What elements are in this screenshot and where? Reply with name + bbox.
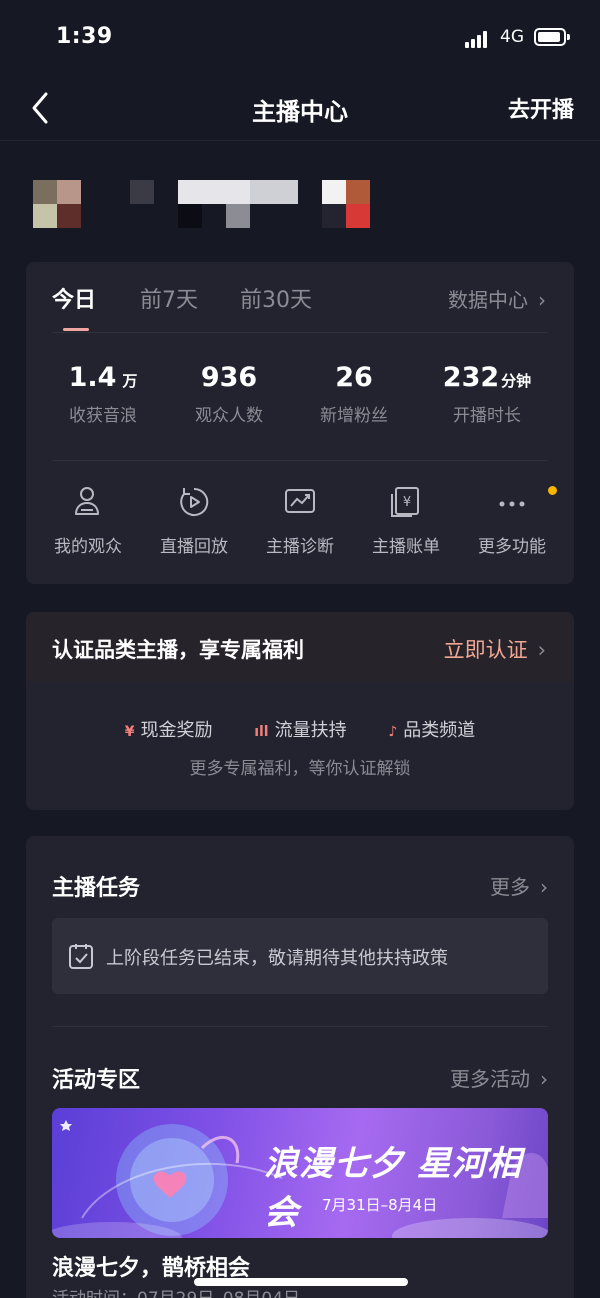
yuan-icon: ¥ xyxy=(124,724,135,740)
stat-value: 936 xyxy=(200,362,258,393)
benefit-cash: ¥ 现金奖励 xyxy=(125,716,213,742)
benefits-list: ¥ 现金奖励 ıll 流量扶持 ♪ 品类频道 xyxy=(26,716,574,742)
diagnosis-icon xyxy=(285,489,315,513)
stat-new-fans[interactable]: 26 新增粉丝 xyxy=(289,362,419,426)
bar-chart-icon: ıll xyxy=(254,724,269,740)
home-indicator xyxy=(194,1278,408,1286)
certification-title: 认证品类主播，享专属福利 xyxy=(52,638,304,662)
task-notice-text: 上阶段任务已结束，敬请期待其他扶持政策 xyxy=(106,948,448,969)
active-tab-indicator xyxy=(63,328,89,331)
tool-label: 更多功能 xyxy=(478,537,546,557)
data-center-link[interactable]: 数据中心 › xyxy=(448,284,546,313)
more-features-button[interactable]: 更多功能 xyxy=(460,484,564,557)
benefit-traffic: ıll 流量扶持 xyxy=(254,716,346,742)
live-replay-button[interactable]: 直播回放 xyxy=(142,484,246,557)
benefit-label: 流量扶持 xyxy=(274,720,347,741)
tasks-card: 主播任务 更多 › 上阶段任务已结束，敬请期待其他扶持政策 活动专区 更多活动 › … xyxy=(26,836,574,1298)
stat-label: 开播时长 xyxy=(453,406,521,426)
tab-30-days[interactable]: 前30天 xyxy=(240,282,312,314)
more-icon xyxy=(499,501,525,507)
anchor-bill-button[interactable]: ¥ 主播账单 xyxy=(354,484,458,557)
bill-icon: ¥ xyxy=(391,487,419,517)
tab-today[interactable]: 今日 xyxy=(52,282,96,314)
date-tabs: 今日 前7天 前30天 数据中心 › xyxy=(26,262,574,332)
network-type: 4G xyxy=(500,27,524,47)
chevron-right-icon: › xyxy=(540,875,548,899)
profile-name xyxy=(130,180,380,228)
go-live-button[interactable]: 去开播 xyxy=(508,92,574,124)
certification-card: 认证品类主播，享专属福利 立即认证 › ¥ 现金奖励 ıll 流量扶持 ♪ 品类频道 更… xyxy=(26,612,574,810)
tool-label: 主播账单 xyxy=(372,537,440,557)
section-divider xyxy=(52,1026,548,1027)
stat-value: 232 xyxy=(442,362,500,393)
benefit-label: 品类频道 xyxy=(403,720,476,741)
stat-value: 1.4 xyxy=(68,362,117,393)
event-time: 活动时间：07月29日–08月04日 xyxy=(52,1284,300,1298)
music-note-icon: ♪ xyxy=(388,724,398,740)
calendar-check-icon xyxy=(69,944,93,969)
tasks-more-link[interactable]: 更多 › xyxy=(490,871,548,900)
nav-divider xyxy=(0,140,600,141)
chevron-right-icon: › xyxy=(540,1067,548,1091)
audience-icon xyxy=(75,487,99,515)
tasks-title: 主播任务 xyxy=(52,876,141,901)
tool-label: 直播回放 xyxy=(160,537,228,557)
certify-now-label: 立即认证 xyxy=(443,638,528,662)
stat-sound-waves[interactable]: 1.4 万 收获音浪 xyxy=(38,362,168,426)
task-notice: 上阶段任务已结束，敬请期待其他扶持政策 xyxy=(52,918,548,994)
stat-unit: 万 xyxy=(122,372,138,390)
status-bar: 1:39 4G xyxy=(0,0,600,80)
notification-dot xyxy=(548,486,557,495)
svg-text:¥: ¥ xyxy=(403,495,411,510)
chevron-right-icon: › xyxy=(537,638,546,662)
stat-live-duration[interactable]: 232 分钟 开播时长 xyxy=(422,362,552,426)
signal-icon xyxy=(465,30,491,48)
more-activities-link[interactable]: 更多活动 › xyxy=(450,1063,548,1092)
banner-title: 浪漫七夕 星河相会 xyxy=(264,1144,522,1233)
chevron-right-icon: › xyxy=(538,288,546,312)
tasks-more-label: 更多 xyxy=(490,875,530,899)
battery-icon xyxy=(534,28,570,46)
banner-date: 7月31日–8月4日 xyxy=(322,1196,438,1214)
stats-card: 今日 前7天 前30天 数据中心 › 1.4 万 收获音浪 936 观众人数 26 … xyxy=(26,262,574,584)
more-activities-label: 更多活动 xyxy=(450,1067,530,1091)
tool-label: 我的观众 xyxy=(54,537,122,557)
nav-bar: 主播中心 去开播 xyxy=(0,80,600,138)
tool-label: 主播诊断 xyxy=(266,537,334,557)
stats-divider xyxy=(52,460,548,461)
replay-icon xyxy=(180,487,209,516)
activities-title: 活动专区 xyxy=(52,1068,141,1093)
stat-label: 观众人数 xyxy=(195,406,263,426)
status-time: 1:39 xyxy=(56,24,113,49)
stat-viewers[interactable]: 936 观众人数 xyxy=(164,362,294,426)
certification-subtitle: 更多专属福利，等你认证解锁 xyxy=(189,759,411,779)
activity-banner[interactable]: 浪漫七夕 星河相会 7月31日–8月4日 xyxy=(52,1108,548,1238)
my-audience-button[interactable]: 我的观众 xyxy=(36,484,140,557)
benefit-channel: ♪ 品类频道 xyxy=(388,716,475,742)
tab-7-days[interactable]: 前7天 xyxy=(140,282,198,314)
stat-value: 26 xyxy=(335,362,373,393)
certify-now-button[interactable]: 立即认证 › xyxy=(444,634,546,664)
benefit-label: 现金奖励 xyxy=(140,720,213,741)
avatar[interactable] xyxy=(33,180,81,228)
stat-label: 收获音浪 xyxy=(69,406,137,426)
data-center-label: 数据中心 xyxy=(448,288,528,312)
anchor-diagnosis-button[interactable]: 主播诊断 xyxy=(248,484,352,557)
stat-label: 新增粉丝 xyxy=(320,406,388,426)
stat-unit: 分钟 xyxy=(501,372,532,390)
tabs-divider xyxy=(52,332,548,333)
certification-header[interactable]: 认证品类主播，享专属福利 立即认证 › xyxy=(26,612,574,682)
